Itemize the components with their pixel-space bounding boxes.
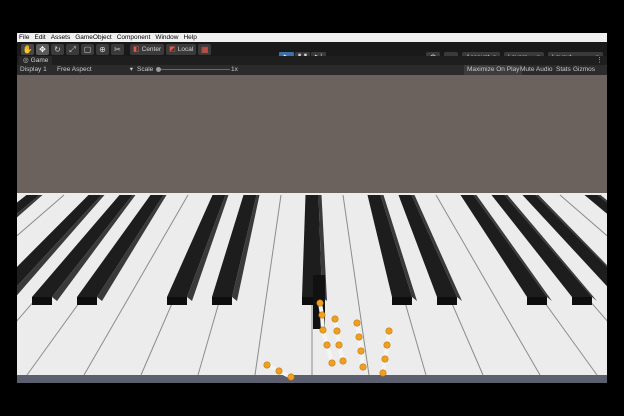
rotate-tool-icon[interactable]: ↻ <box>51 43 64 55</box>
black-key-front <box>167 297 187 305</box>
menu-edit[interactable]: Edit <box>34 33 45 42</box>
finger-joint <box>323 341 331 349</box>
space-label: Local <box>177 45 194 53</box>
black-key-front <box>32 297 52 305</box>
scale-label: Scale <box>137 66 154 73</box>
pivot-mode-button[interactable]: ◧ Center <box>130 43 165 55</box>
pivot-icon: ◧ <box>133 45 140 53</box>
finger-joint <box>381 355 389 363</box>
game-view-toolbar: Display 1 Free Aspect ▾ Scale 1x Maximiz… <box>17 65 607 75</box>
finger-joint <box>385 327 393 335</box>
finger-joint <box>318 311 326 319</box>
local-space-icon: ◩ <box>169 45 176 53</box>
aspect-dropdown[interactable]: Free Aspect ▾ <box>57 65 133 75</box>
gizmos-dropdown[interactable]: Gizmos <box>573 65 595 75</box>
pivot-space-button[interactable]: ◩ Local <box>166 43 197 55</box>
finger-joint <box>316 299 324 307</box>
tab-game[interactable]: ◎ Game <box>19 56 53 65</box>
scale-slider-handle[interactable] <box>156 67 161 72</box>
custom-tool-icon[interactable]: ✂ <box>111 43 124 55</box>
menu-bar: File Edit Assets GameObject Component Wi… <box>17 33 607 42</box>
scale-value: 1x <box>231 66 238 73</box>
move-tool-icon[interactable]: ✥ <box>36 43 49 55</box>
stats-toggle[interactable]: Stats <box>556 65 571 75</box>
menu-gameobject[interactable]: GameObject <box>75 33 112 42</box>
menu-window[interactable]: Window <box>155 33 178 42</box>
maximize-on-play-toggle[interactable]: Maximize On Play <box>464 65 523 75</box>
finger-joint <box>339 357 347 365</box>
menu-component[interactable]: Component <box>117 33 151 42</box>
display-dropdown[interactable]: Display 1 <box>20 65 47 75</box>
mute-audio-toggle[interactable]: Mute Audio <box>520 65 553 75</box>
chevron-down-icon: ▾ <box>129 66 133 73</box>
aspect-label: Free Aspect <box>57 66 92 73</box>
finger-joint <box>355 333 363 341</box>
finger-joint <box>383 341 391 349</box>
black-key-front <box>392 297 412 305</box>
menu-assets[interactable]: Assets <box>51 33 71 42</box>
tab-game-label: Game <box>30 57 49 64</box>
black-key-front <box>77 297 97 305</box>
game-viewport[interactable] <box>17 75 607 383</box>
finger-joint <box>287 373 295 381</box>
unity-editor-window: File Edit Assets GameObject Component Wi… <box>17 33 607 383</box>
finger-joint <box>353 319 361 327</box>
hand-tool-icon[interactable]: ✋ <box>21 43 34 55</box>
rect-tool-icon[interactable]: ▢ <box>81 43 94 55</box>
finger-joint <box>379 369 387 377</box>
black-key-front <box>212 297 232 305</box>
finger-joint <box>335 341 343 349</box>
finger-joint <box>263 361 271 369</box>
finger-joint <box>333 327 341 335</box>
finger-joint <box>275 367 283 375</box>
finger-joint <box>328 359 336 367</box>
grid-snap-icon[interactable]: ▦ <box>198 43 212 55</box>
gamepad-icon: ◎ <box>23 57 29 64</box>
finger-joint <box>319 326 327 334</box>
scale-slider-track[interactable] <box>158 69 230 70</box>
finger-joint <box>331 315 339 323</box>
game-tab-bar: ◎ Game ⋮ <box>17 56 607 65</box>
scale-tool-icon[interactable]: ⤢ <box>66 43 79 55</box>
piano-scene <box>17 75 607 383</box>
black-key-front <box>437 297 457 305</box>
keyboard-front-edge <box>17 375 607 383</box>
finger-joint <box>357 347 365 355</box>
main-toolbar: ✋ ✥ ↻ ⤢ ▢ ⊕ ✂ ◧ Center ◩ Local ▦ ▶ ❚❚ ▶|… <box>17 42 607 63</box>
background-wall <box>17 75 607 195</box>
black-key-front <box>527 297 547 305</box>
tab-options-icon[interactable]: ⋮ <box>596 56 603 65</box>
pivot-label: Center <box>141 45 162 53</box>
transform-tool-icon[interactable]: ⊕ <box>96 43 109 55</box>
menu-file[interactable]: File <box>19 33 29 42</box>
finger-joint <box>359 363 367 371</box>
menu-help[interactable]: Help <box>183 33 196 42</box>
black-key-front <box>572 297 592 305</box>
